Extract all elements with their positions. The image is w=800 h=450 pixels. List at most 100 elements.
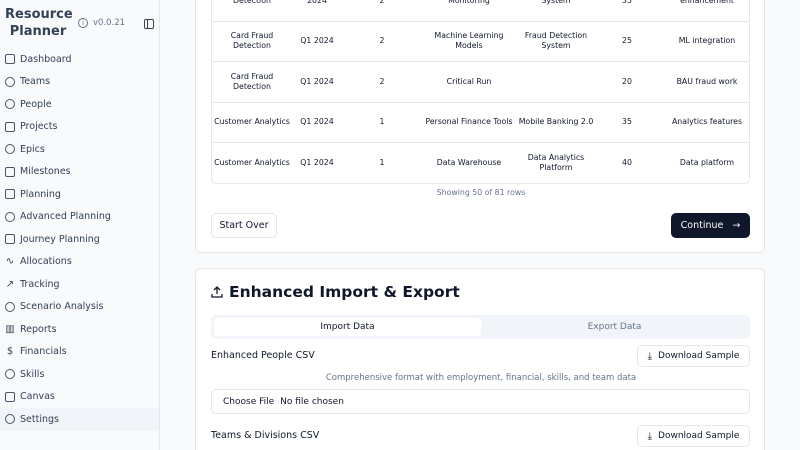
flag-icon [5,166,15,177]
sidebar-item-label: Financials [20,346,67,358]
table-cell: 2 [379,36,385,46]
sidebar-item-label: Milestones [20,166,71,178]
canvas-icon [5,391,15,402]
table-cell: Q1 2024 [300,76,334,86]
tab-export-data[interactable]: Export Data [481,318,748,336]
brand-title[interactable]: Resource Planner [5,6,73,40]
info-icon: i [78,18,88,28]
sidebar-item-label: Skills [20,368,45,380]
arrow-right-icon: → [732,220,741,231]
teams-icon [5,76,15,87]
people-file-input[interactable]: Choose File No file chosen [211,389,750,414]
sidebar-toggle-icon[interactable] [144,19,154,29]
sidebar-item-canvas[interactable]: Canvas [0,386,159,409]
sidebar-item-tracking[interactable]: ↗ Tracking [0,273,159,296]
sidebar-item-allocations[interactable]: ∿ Allocations [0,251,159,274]
activity-icon: ∿ [5,256,15,268]
sidebar-item-advanced-planning[interactable]: Advanced Planning [0,206,159,229]
table-row: Detection 2024 2 Monitoring System 35 en… [212,0,749,22]
sidebar-item-skills[interactable]: Skills [0,363,159,386]
table-cell: 1 [379,117,385,127]
tab-import-data[interactable]: Import Data [214,318,481,336]
table-cell: 2024 [307,0,327,5]
table-cell: Personal Finance Tools [425,117,513,127]
download-sample-teams-button[interactable]: ⤓ Download Sample [637,425,750,447]
search-icon [5,301,15,312]
start-over-button[interactable]: Start Over [211,213,277,238]
table-cell: Mobile Banking 2.0 [518,117,594,127]
version-info: i v0.0.21 [78,18,125,28]
dollar-icon: $ [6,346,14,358]
table-cell: 2 [379,0,385,5]
table-cell: Fraud Detection System [524,31,588,51]
sidebar-item-projects[interactable]: Projects [0,116,159,139]
download-sample-label: Download Sample [658,351,740,361]
trending-icon: ↗ [5,278,15,290]
download-sample-people-button[interactable]: ⤓ Download Sample [637,345,750,367]
people-csv-description: Comprehensive format with employment, fi… [325,373,637,383]
sidebar-item-financials[interactable]: $ Financials [0,341,159,364]
download-icon: ⤓ [647,430,653,442]
sidebar-item-dashboard[interactable]: Dashboard [0,48,159,71]
sidebar-item-settings[interactable]: Settings [0,408,159,431]
table-cell: Data Analytics Platform [527,153,585,173]
table-cell: BAU fraud work [676,76,738,86]
sidebar-item-label: Scenario Analysis [20,301,104,313]
sidebar-item-label: Reports [20,323,57,335]
row-count-text: Showing 50 of 81 rows [436,188,526,197]
upload-icon [211,286,223,298]
sidebar-item-planning[interactable]: Planning [0,183,159,206]
sidebar-nav: Dashboard Teams People Projects Epics Mi… [0,48,159,431]
bar-chart-icon: ▥ [5,323,15,335]
preview-table: Detection 2024 2 Monitoring System 35 en… [211,0,750,184]
table-cell: Customer Analytics [214,158,290,168]
sidebar-item-milestones[interactable]: Milestones [0,161,159,184]
sidebar-item-label: Planning [20,188,61,200]
sidebar-item-people[interactable]: People [0,93,159,116]
sidebar-item-label: People [20,98,52,110]
people-csv-label: Enhanced People CSV [211,350,315,361]
table-cell: Machine Learning Models [434,31,504,51]
sidebar-item-scenario-analysis[interactable]: Scenario Analysis [0,296,159,319]
map-icon [5,234,15,245]
sidebar-item-journey-planning[interactable]: Journey Planning [0,228,159,251]
table-cell: Data Warehouse [436,158,502,168]
table-cell: 40 [622,158,632,168]
choose-file-button[interactable]: Choose File [223,397,274,407]
import-preview-card: Detection 2024 2 Monitoring System 35 en… [195,0,765,253]
sidebar-item-label: Teams [20,76,51,88]
sidebar-item-label: Tracking [20,278,60,290]
table-cell: Q1 2024 [300,158,334,168]
table-cell: System [541,0,571,5]
file-status-text: No file chosen [280,396,344,407]
table-row: Customer Analytics Q1 2024 1 Data Wareho… [212,143,749,183]
continue-button[interactable]: Continue → [671,213,750,238]
table-cell: Critical Run [446,76,492,86]
table-cell: 2 [379,76,385,86]
table-cell: Q1 2024 [300,117,334,127]
table-cell: Q1 2024 [300,36,334,46]
section-title-text: Enhanced Import & Export [229,283,460,301]
table-cell: Analytics features [671,117,743,127]
sidebar-item-label: Dashboard [20,53,72,65]
version-label: v0.0.21 [93,18,126,28]
sidebar: Resource Planner i v0.0.21 Dashboard Tea… [0,0,160,450]
sidebar-item-epics[interactable]: Epics [0,138,159,161]
sidebar-item-teams[interactable]: Teams [0,71,159,94]
start-over-label: Start Over [219,220,269,231]
download-sample-label: Download Sample [658,431,740,441]
award-icon [5,369,15,380]
table-cell: Detection [233,0,271,5]
brand-line-2: Planner [9,24,67,39]
table-cell: enhancement [680,0,734,5]
table-cell: 35 [622,0,632,5]
sidebar-item-label: Projects [20,121,58,133]
calendar-icon [5,189,15,200]
table-cell: Data platform [679,158,735,168]
table-cell: Customer Analytics [214,117,290,127]
sidebar-item-label: Canvas [20,391,55,403]
sidebar-item-label: Allocations [20,256,72,268]
sidebar-item-reports[interactable]: ▥ Reports [0,318,159,341]
table-cell: Card Fraud Detection [230,71,274,91]
app-root: Resource Planner i v0.0.21 Dashboard Tea… [0,0,800,450]
